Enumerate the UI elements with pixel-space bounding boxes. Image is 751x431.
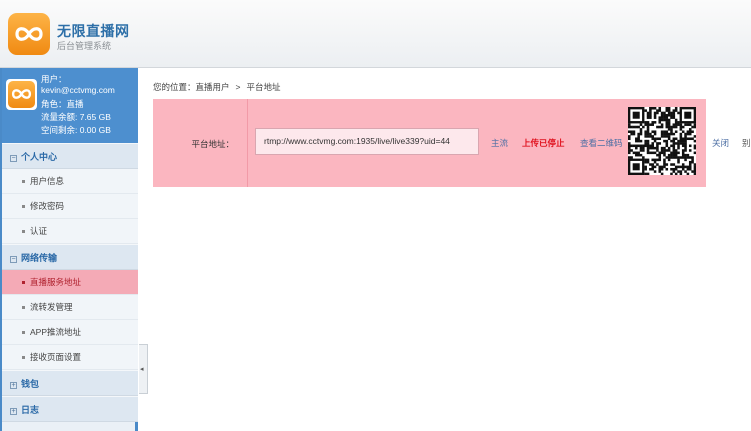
- user-panel: 用户： kevin@cctvmg.com 角色：直播 流量余额: 7.65 GB…: [2, 68, 138, 143]
- plus-box-icon: +: [10, 408, 17, 415]
- menu-group-label: 日志: [21, 405, 40, 415]
- menu-group-log[interactable]: + 日志: [2, 396, 138, 422]
- breadcrumb: 您的位置：直播用户 > 平台地址: [153, 81, 281, 93]
- space-remaining: 空间剩余: 0.00 GB: [41, 125, 111, 135]
- sidebar-item-verification[interactable]: 认证: [2, 219, 138, 244]
- other-link[interactable]: 别: [742, 137, 751, 149]
- menu-group-personal[interactable]: − 个人中心: [2, 143, 138, 169]
- bullet-icon: [22, 281, 25, 284]
- upload-status[interactable]: 上传已停止: [522, 137, 565, 149]
- platform-address-label: 平台地址：: [191, 139, 234, 149]
- platform-address-row: 平台地址： rtmp://www.cctvmg.com:1935/live/li…: [153, 99, 706, 187]
- sidebar: 用户： kevin@cctvmg.com 角色：直播 流量余额: 7.65 GB…: [0, 68, 138, 431]
- bullet-icon: [22, 356, 25, 359]
- brand-title: 无限直播网: [57, 23, 130, 39]
- label-cell: 平台地址：: [153, 99, 248, 187]
- bullet-icon: [22, 205, 25, 208]
- sidebar-item-live-address[interactable]: 直播服务地址: [2, 270, 138, 295]
- sidebar-item-receive-page[interactable]: 接收页面设置: [2, 345, 138, 370]
- sidebar-item-change-password[interactable]: 修改密码: [2, 194, 138, 219]
- minus-box-icon: −: [10, 256, 17, 263]
- sidebar-menu: − 个人中心 用户信息 修改密码 认证 − 网络传输 直播服务地址 流转发管理 AP…: [2, 143, 138, 422]
- caret-left-icon: ◂: [140, 366, 144, 373]
- brand-subtitle: 后台管理系统: [57, 41, 112, 51]
- minus-box-icon: −: [10, 155, 17, 162]
- plus-box-icon: +: [10, 382, 17, 389]
- close-link[interactable]: 关闭: [712, 137, 729, 149]
- bullet-icon: [22, 306, 25, 309]
- rtmp-url-field[interactable]: rtmp://www.cctvmg.com:1935/live/live339?…: [255, 128, 479, 155]
- avatar: [6, 79, 37, 110]
- infinity-logo-icon: [8, 13, 50, 55]
- breadcrumb-level2: 平台地址: [246, 82, 281, 92]
- main-stream-link[interactable]: 主流: [491, 137, 508, 149]
- bullet-icon: [22, 331, 25, 334]
- menu-group-wallet[interactable]: + 钱包: [2, 370, 138, 396]
- sidebar-item-stream-forward[interactable]: 流转发管理: [2, 295, 138, 320]
- menu-group-label: 个人中心: [21, 152, 58, 162]
- sidebar-item-app-push[interactable]: APP推流地址: [2, 320, 138, 345]
- traffic-balance: 流量余额: 7.65 GB: [41, 112, 111, 122]
- bullet-icon: [22, 180, 25, 183]
- user-email: kevin@cctvmg.com: [41, 85, 115, 95]
- bullet-icon: [22, 230, 25, 233]
- user-label: 用户：: [41, 74, 67, 84]
- sidebar-collapse-toggle[interactable]: ◂: [139, 344, 148, 394]
- menu-group-label: 网络传输: [21, 253, 58, 263]
- top-header: 无限直播网 后台管理系统: [0, 0, 751, 68]
- qr-code-icon: [628, 107, 697, 176]
- infinity-avatar-icon: [11, 89, 32, 99]
- breadcrumb-separator: >: [235, 82, 241, 92]
- breadcrumb-prefix: 您的位置：: [153, 82, 196, 92]
- view-qr-link[interactable]: 查看二维码: [580, 137, 623, 149]
- menu-group-network[interactable]: − 网络传输: [2, 244, 138, 270]
- sidebar-item-user-info[interactable]: 用户信息: [2, 169, 138, 194]
- menu-group-label: 钱包: [21, 379, 40, 389]
- user-role: 角色：直播: [41, 99, 84, 109]
- breadcrumb-level1[interactable]: 直播用户: [196, 82, 230, 92]
